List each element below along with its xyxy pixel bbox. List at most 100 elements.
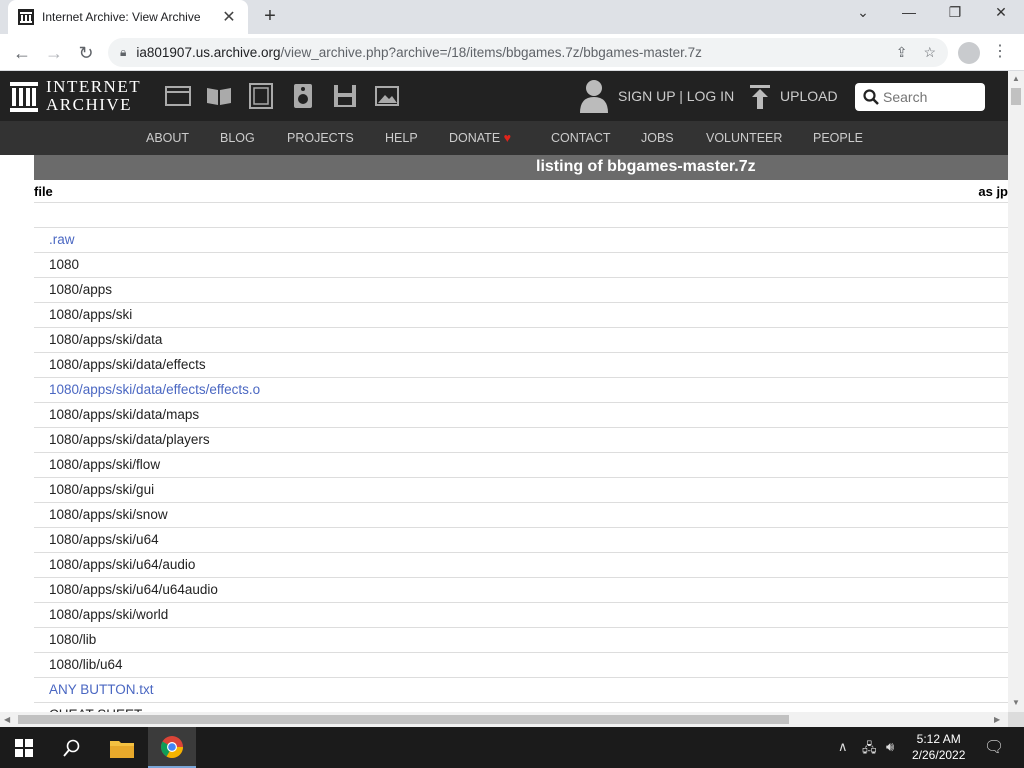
volume-icon[interactable]: 🔊︎: [886, 739, 894, 755]
column-header-file: file: [34, 184, 53, 199]
table-row-empty: [34, 203, 1008, 228]
video-icon[interactable]: [248, 83, 274, 109]
omnibox[interactable]: 🔒︎ ia801907.us.archive.org/view_archive.…: [108, 38, 948, 67]
listing-header-row: file as jp: [34, 180, 1008, 203]
nav-donate[interactable]: DONATE ♥: [449, 131, 511, 145]
search-input[interactable]: [883, 89, 983, 105]
taskbar-clock[interactable]: 5:12 AM 2/26/2022: [912, 731, 965, 763]
table-row: 1080/apps: [34, 278, 1008, 303]
table-row: CHEAT SHEET: [34, 703, 1008, 712]
table-row: 1080/apps/ski/flow: [34, 453, 1008, 478]
table-row[interactable]: .raw: [34, 228, 1008, 253]
tray-chevron-icon[interactable]: ∧: [838, 739, 848, 755]
table-row: 1080/apps/ski/snow: [34, 503, 1008, 528]
signup-login-link[interactable]: SIGN UP | LOG IN: [618, 88, 734, 104]
table-row: 1080/apps/ski: [34, 303, 1008, 328]
tab-close-icon[interactable]: ✕: [220, 7, 238, 27]
new-tab-icon[interactable]: +: [258, 5, 282, 28]
heart-icon: ♥: [503, 131, 512, 145]
nav-projects[interactable]: PROJECTS: [287, 131, 354, 145]
table-row: 1080/apps/ski/data/players: [34, 428, 1008, 453]
search-icon: [863, 89, 879, 105]
minimize-icon[interactable]: —: [886, 4, 932, 20]
browser-tab[interactable]: Internet Archive: View Archive ✕: [8, 0, 248, 34]
table-row: 1080/apps/ski/u64: [34, 528, 1008, 553]
chrome-taskbar-icon[interactable]: [148, 727, 196, 768]
back-arrow-icon[interactable]: ←: [10, 41, 34, 65]
browser-tab-bar: Internet Archive: View Archive ✕ + ⌄ — ❐…: [0, 0, 1024, 34]
scrollbar-corner: [1008, 712, 1024, 727]
nav-jobs[interactable]: JOBS: [641, 131, 674, 145]
table-row[interactable]: ANY BUTTON.txt: [34, 678, 1008, 703]
software-icon[interactable]: [332, 83, 358, 109]
horizontal-scroll-thumb[interactable]: [18, 715, 789, 724]
notifications-icon[interactable]: 🗨︎: [984, 737, 1004, 757]
table-row[interactable]: 1080/apps/ski/data/effects/effects.o: [34, 378, 1008, 403]
table-row: 1080/apps/ski/u64/u64audio: [34, 578, 1008, 603]
texts-icon[interactable]: [206, 83, 232, 109]
window-close-icon[interactable]: ✕: [978, 4, 1024, 21]
lock-icon[interactable]: 🔒︎: [120, 45, 126, 60]
tab-search-chevron-icon[interactable]: ⌄: [840, 4, 886, 21]
nav-donate-label: DONATE: [449, 131, 501, 145]
url-path: /view_archive.php?archive=/18/items/bbga…: [280, 45, 702, 60]
archive-listing: listing of bbgames-master.7z file as jp …: [0, 155, 1008, 712]
column-header-as-jpg: as jp: [978, 184, 1008, 199]
nav-people[interactable]: PEOPLE: [813, 131, 863, 145]
table-row: 1080/apps/ski/u64/audio: [34, 553, 1008, 578]
network-icon[interactable]: 🖧︎: [862, 739, 877, 761]
horizontal-scrollbar[interactable]: ◀ ▶: [0, 712, 1008, 727]
scroll-right-arrow-icon[interactable]: ▶: [994, 715, 1000, 724]
clock-date: 2/26/2022: [912, 748, 966, 762]
profile-avatar-icon[interactable]: [958, 42, 980, 64]
taskbar-search-icon[interactable]: [48, 727, 96, 768]
table-row: 1080/apps/ski/data/maps: [34, 403, 1008, 428]
scroll-up-arrow-icon[interactable]: ▲: [1012, 74, 1020, 83]
vertical-scrollbar[interactable]: ▲ ▼: [1008, 71, 1024, 712]
nav-help[interactable]: HELP: [385, 131, 418, 145]
internet-archive-favicon-icon: [18, 9, 34, 25]
upload-link[interactable]: UPLOAD: [780, 88, 838, 104]
url-text[interactable]: ia801907.us.archive.org/view_archive.php…: [136, 45, 879, 60]
windows-taskbar: ∧ 🖧︎ 🔊︎ 5:12 AM 2/26/2022 🗨︎: [0, 727, 1024, 768]
images-icon[interactable]: [374, 83, 400, 109]
file-explorer-icon[interactable]: [98, 727, 146, 768]
ia-search-box[interactable]: [855, 83, 985, 111]
internet-archive-logo-icon[interactable]: [10, 82, 38, 112]
forward-arrow-icon[interactable]: →: [42, 41, 66, 65]
chrome-menu-icon[interactable]: ⋮: [992, 41, 1008, 61]
ia-logo-line1: INTERNET: [46, 77, 142, 96]
listing-rows: .raw 1080 1080/apps 1080/apps/ski 1080/apps/…: [34, 228, 1008, 712]
nav-about[interactable]: ABOUT: [146, 131, 189, 145]
table-row: 1080/apps/ski/data/effects: [34, 353, 1008, 378]
table-row: 1080/apps/ski/data: [34, 328, 1008, 353]
restore-icon[interactable]: ❐: [932, 4, 978, 21]
share-icon[interactable]: ⇪: [896, 44, 908, 61]
scroll-down-arrow-icon[interactable]: ▼: [1012, 698, 1020, 707]
clock-time: 5:12 AM: [916, 732, 961, 746]
nav-blog[interactable]: BLOG: [220, 131, 255, 145]
address-toolbar: ← → ↻ 🔒︎ ia801907.us.archive.org/view_ar…: [0, 34, 1024, 71]
scroll-left-arrow-icon[interactable]: ◀: [4, 715, 10, 724]
nav-contact[interactable]: CONTACT: [551, 131, 611, 145]
table-row: 1080: [34, 253, 1008, 278]
tab-title: Internet Archive: View Archive: [42, 10, 201, 24]
user-icon[interactable]: [580, 79, 608, 113]
table-row: 1080/lib/u64: [34, 653, 1008, 678]
vertical-scroll-thumb[interactable]: [1011, 88, 1021, 105]
audio-icon[interactable]: [290, 83, 316, 109]
windows-start-icon[interactable]: [0, 727, 48, 768]
upload-icon[interactable]: [750, 85, 770, 109]
nav-volunteer[interactable]: VOLUNTEER: [706, 131, 782, 145]
ia-top-bar: INTERNET ARCHIVE SIGN UP | LOG IN UPLOAD: [0, 71, 1008, 121]
table-row: 1080/apps/ski/world: [34, 603, 1008, 628]
url-host: ia801907.us.archive.org: [136, 45, 281, 60]
ia-logo-line2: ARCHIVE: [46, 95, 133, 114]
reload-icon[interactable]: ↻: [74, 41, 98, 65]
web-icon[interactable]: [165, 83, 191, 109]
ia-logo-text[interactable]: INTERNET ARCHIVE: [46, 78, 141, 114]
bookmark-star-icon[interactable]: ☆: [923, 44, 936, 61]
ia-nav-bar: ABOUT BLOG PROJECTS HELP DONATE ♥ CONTAC…: [0, 121, 1008, 155]
table-row: 1080/lib: [34, 628, 1008, 653]
table-row: 1080/apps/ski/gui: [34, 478, 1008, 503]
